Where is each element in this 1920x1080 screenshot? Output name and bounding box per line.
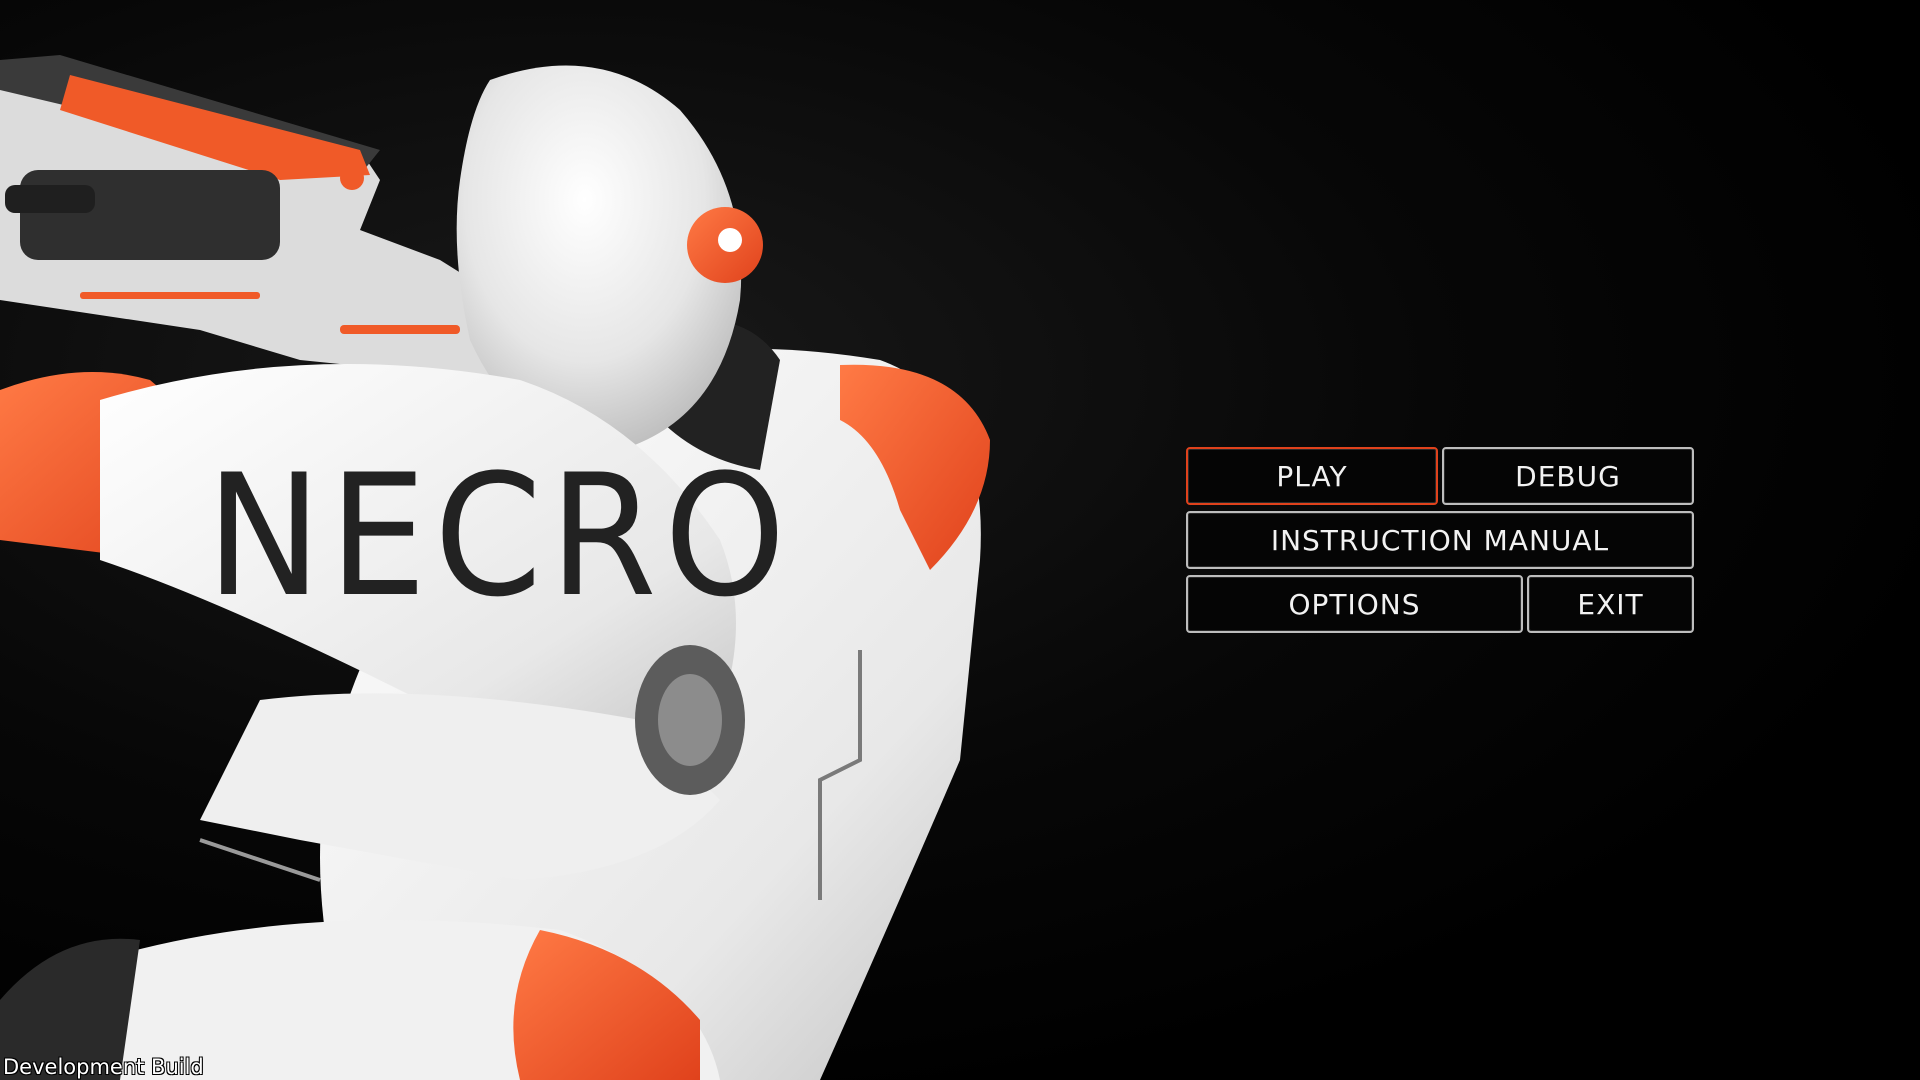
- exit-button-label: EXIT: [1577, 587, 1644, 621]
- instruction-manual-button-label: INSTRUCTION MANUAL: [1270, 523, 1610, 557]
- game-title: NECRO: [206, 438, 794, 634]
- options-button[interactable]: OPTIONS: [1186, 575, 1523, 633]
- development-build-label: Development Build: [3, 1055, 204, 1079]
- debug-button[interactable]: DEBUG: [1442, 447, 1694, 505]
- options-button-label: OPTIONS: [1288, 587, 1421, 621]
- instruction-manual-button[interactable]: INSTRUCTION MANUAL: [1186, 511, 1694, 569]
- play-button[interactable]: PLAY: [1186, 447, 1438, 505]
- main-menu-screen: NECRO PLAY DEBUG INSTRUCTION MANUAL OPTI…: [0, 0, 1920, 1080]
- debug-button-label: DEBUG: [1515, 459, 1621, 493]
- exit-button[interactable]: EXIT: [1527, 575, 1694, 633]
- play-button-label: PLAY: [1276, 459, 1348, 493]
